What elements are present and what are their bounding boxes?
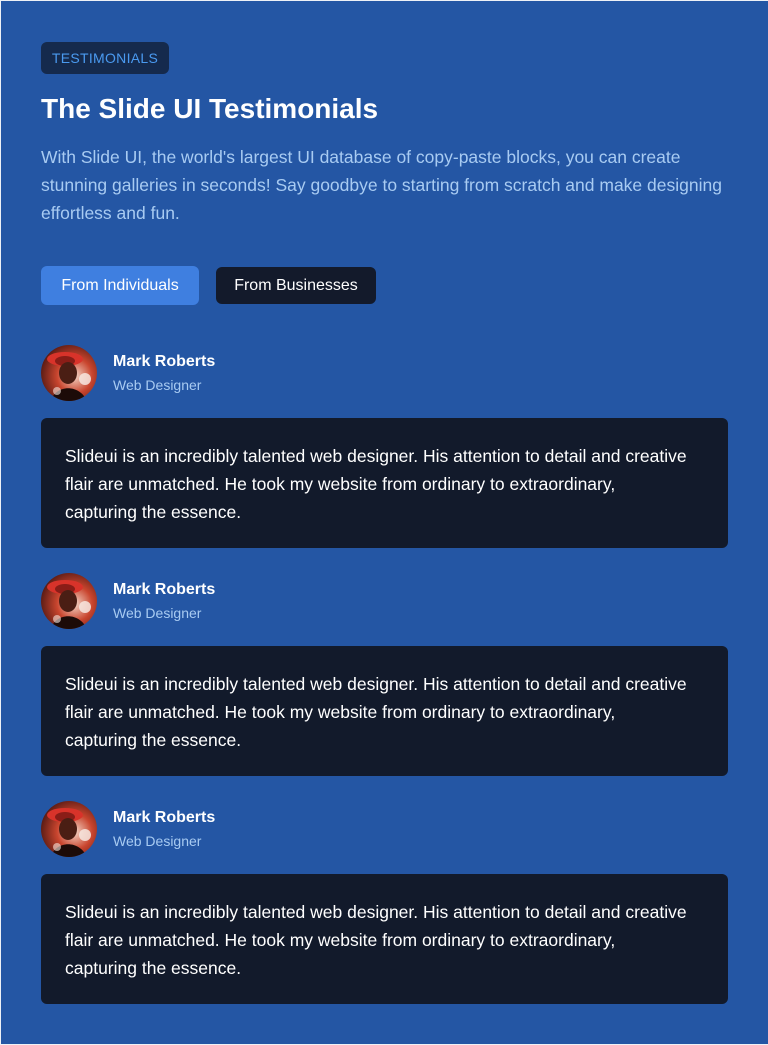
author-role: Web Designer bbox=[113, 605, 202, 621]
author-name: Mark Roberts bbox=[113, 353, 216, 370]
author-info: Mark Roberts Web Designer bbox=[113, 579, 215, 623]
author-info: Mark Roberts Web Designer bbox=[113, 351, 215, 395]
testimonial-author: Mark Roberts Web Designer bbox=[41, 573, 728, 629]
testimonial-item: Mark Roberts Web Designer Slideui is an … bbox=[41, 345, 728, 548]
author-name: Mark Roberts bbox=[113, 809, 216, 826]
section-description: With Slide UI, the world's largest UI da… bbox=[41, 147, 722, 223]
testimonial-item: Mark Roberts Web Designer Slideui is an … bbox=[41, 573, 728, 776]
author-avatar bbox=[41, 573, 97, 629]
author-role: Web Designer bbox=[113, 833, 202, 849]
avatar-photo-icon bbox=[41, 345, 97, 401]
author-avatar bbox=[41, 801, 97, 857]
testimonial-quote: Slideui is an incredibly talented web de… bbox=[41, 874, 728, 1004]
testimonial-quote: Slideui is an incredibly talented web de… bbox=[41, 646, 728, 776]
tab-from-businesses[interactable]: From Businesses bbox=[216, 267, 376, 304]
avatar-photo-icon bbox=[41, 573, 97, 629]
author-avatar bbox=[41, 345, 97, 401]
section-eyebrow-badge: TESTIMONIALS bbox=[41, 42, 169, 74]
tab-from-individuals[interactable]: From Individuals bbox=[41, 266, 199, 305]
testimonial-quote: Slideui is an incredibly talented web de… bbox=[41, 418, 728, 548]
testimonials-section: TESTIMONIALS The Slide UI Testimonials W… bbox=[1, 1, 768, 1044]
testimonial-item: Mark Roberts Web Designer Slideui is an … bbox=[41, 801, 728, 1004]
author-info: Mark Roberts Web Designer bbox=[113, 807, 215, 851]
author-name: Mark Roberts bbox=[113, 581, 216, 598]
avatar-photo-icon bbox=[41, 801, 97, 857]
page-title: The Slide UI Testimonials bbox=[41, 93, 379, 124]
testimonial-tabs: From Individuals From Businesses bbox=[41, 266, 376, 305]
testimonial-author: Mark Roberts Web Designer bbox=[41, 345, 728, 401]
testimonial-author: Mark Roberts Web Designer bbox=[41, 801, 728, 857]
author-role: Web Designer bbox=[113, 377, 202, 393]
